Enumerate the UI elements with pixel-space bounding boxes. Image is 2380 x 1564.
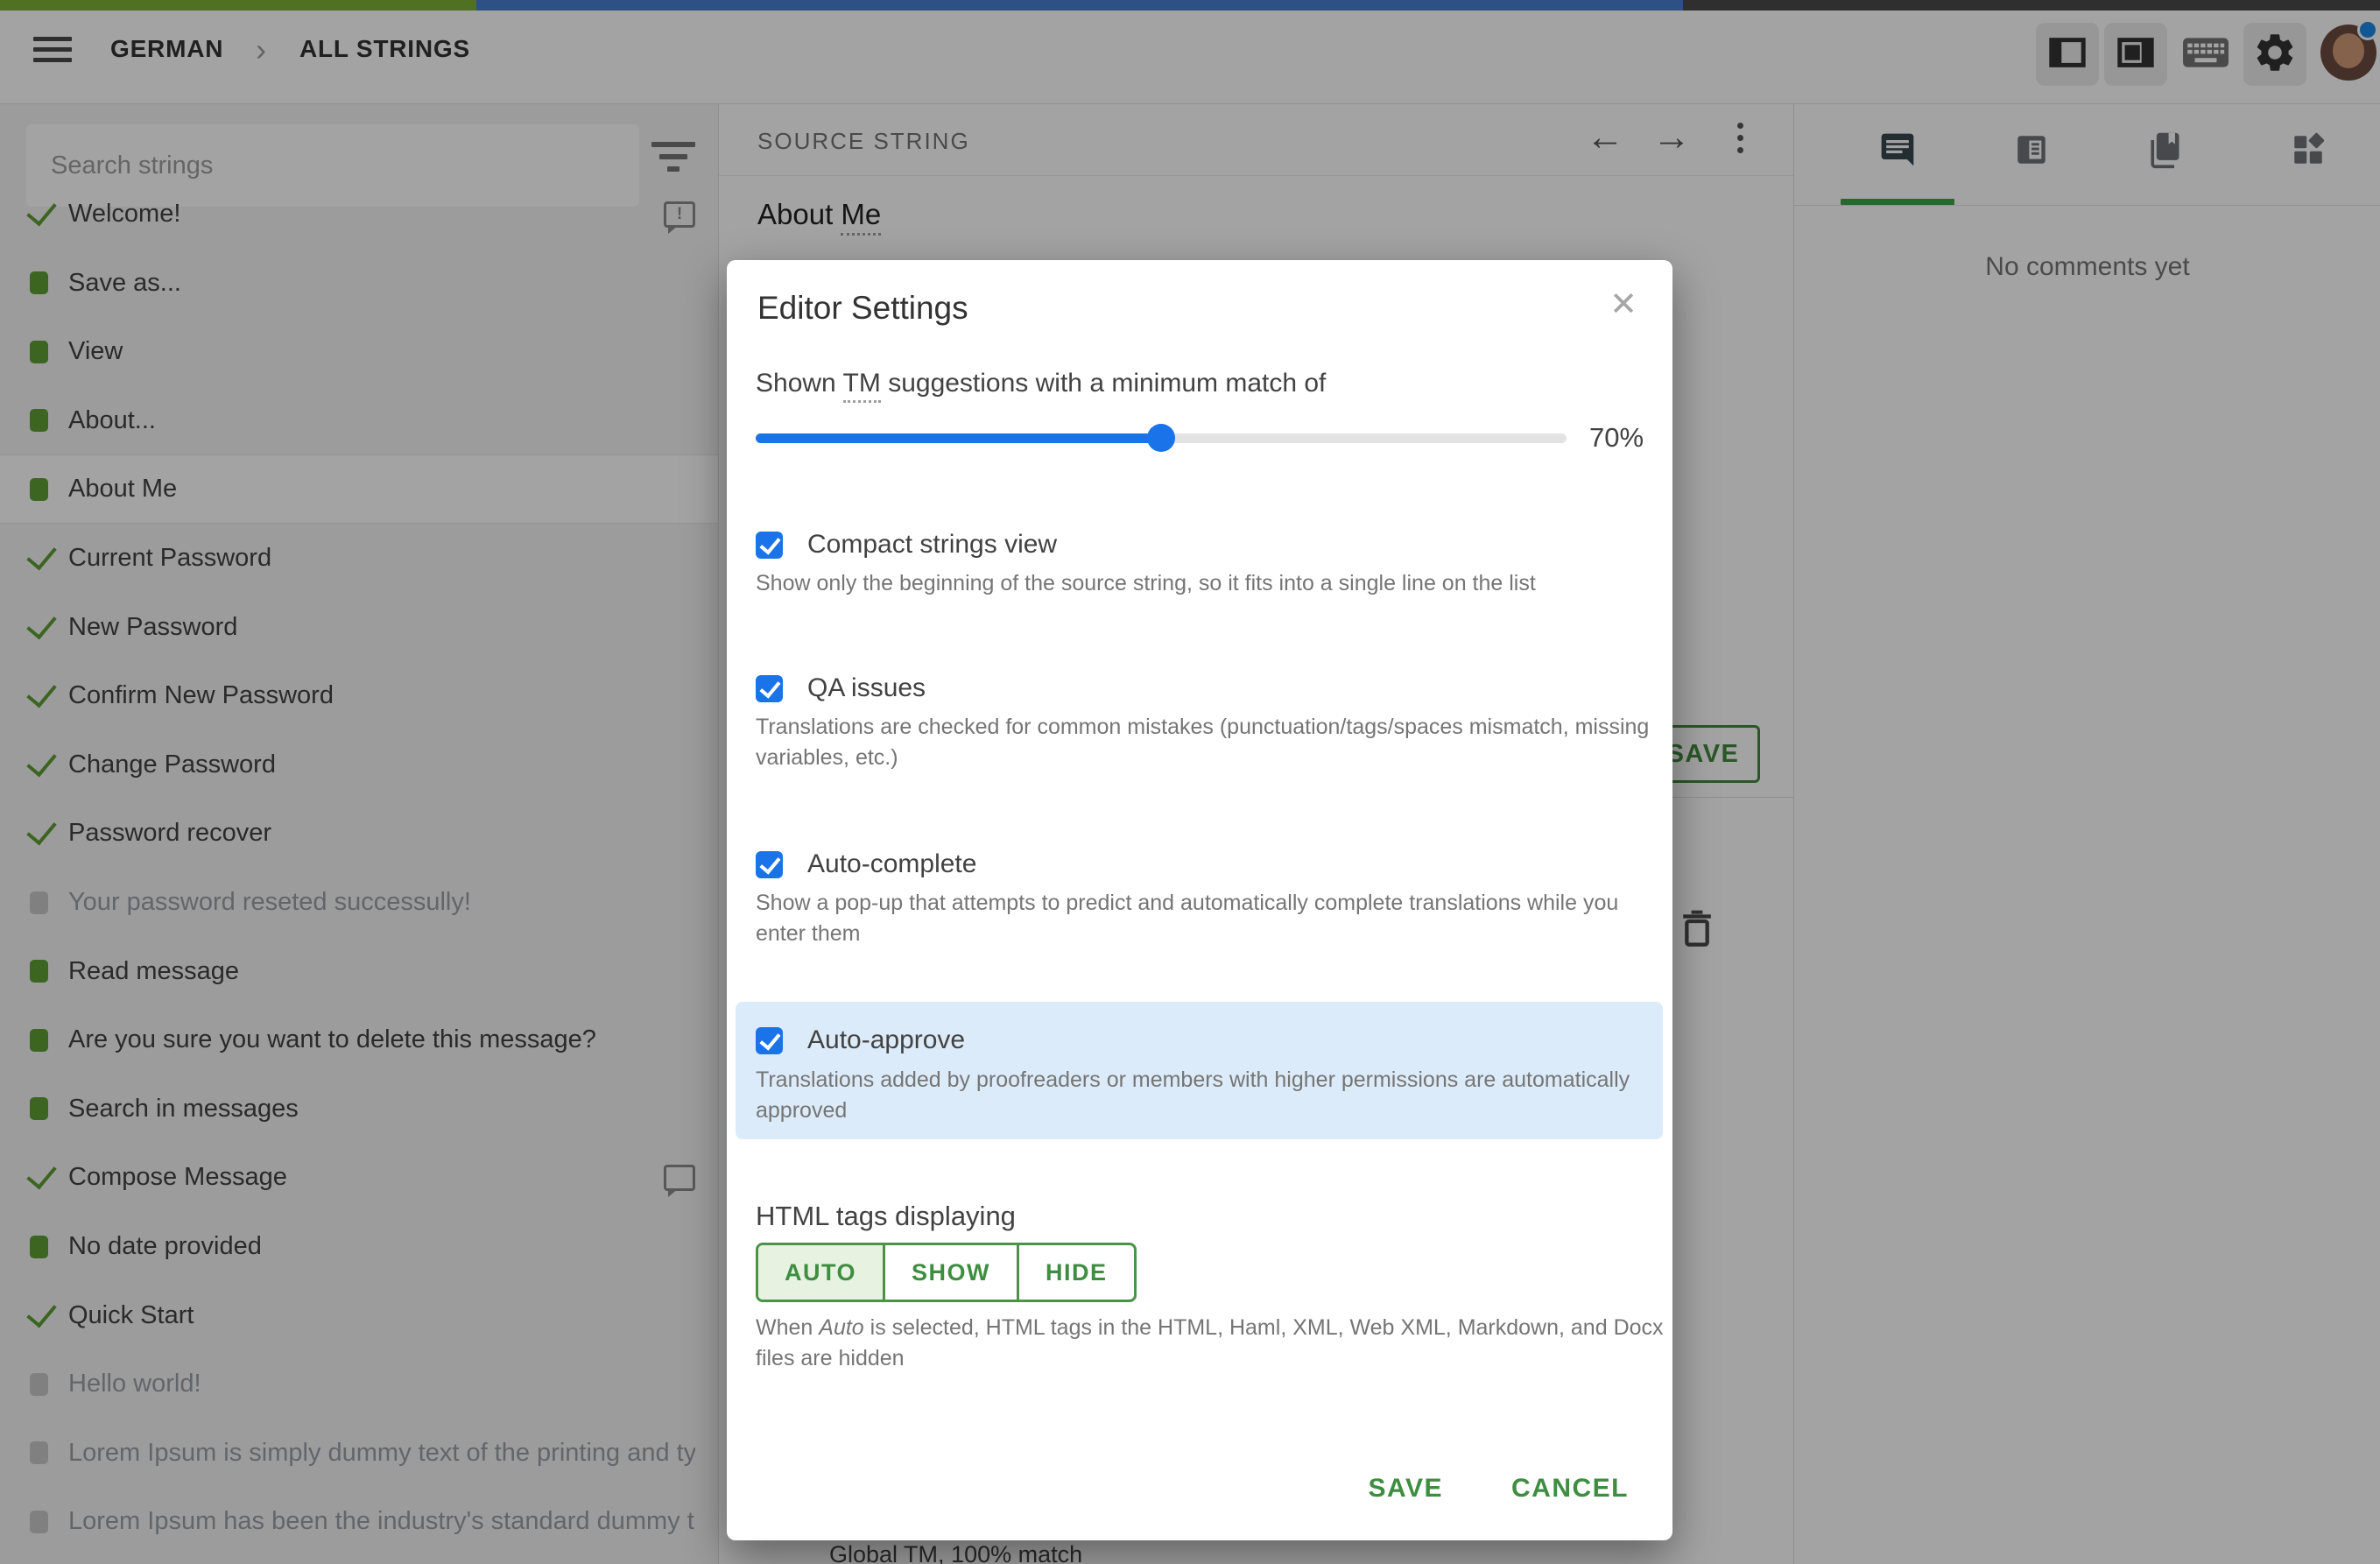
html-tags-description: When Auto is selected, HTML tags in the … <box>756 1313 1666 1374</box>
segment-auto[interactable]: AUTO <box>758 1245 884 1300</box>
setting-label: Auto-approve <box>807 1025 966 1054</box>
html-tags-heading: HTML tags displaying <box>756 1201 1016 1231</box>
checkbox-auto-complete[interactable] <box>756 850 783 878</box>
setting-label: QA issues <box>807 673 926 702</box>
editor-settings-dialog: Editor Settings ✕ Shown TM suggestions w… <box>727 260 1672 1540</box>
setting-label: Compact strings view <box>807 530 1058 559</box>
slider-thumb[interactable] <box>1147 424 1175 452</box>
tm-slider-label: Shown TM suggestions with a minimum matc… <box>756 369 1327 403</box>
setting-qa-issues: QA issues <box>756 673 926 703</box>
segment-hide[interactable]: HIDE <box>1017 1245 1134 1300</box>
setting-description: Show a pop-up that attempts to predict a… <box>756 891 1619 946</box>
close-icon[interactable]: ✕ <box>1609 288 1637 321</box>
save-button[interactable]: SAVE <box>1369 1474 1443 1504</box>
desc-before: When <box>756 1315 820 1340</box>
checkbox-compact-strings[interactable] <box>756 531 783 559</box>
dialog-actions: SAVE CANCEL <box>1369 1462 1629 1515</box>
tm-term[interactable]: TM <box>842 369 881 403</box>
tm-match-slider[interactable] <box>756 424 1567 452</box>
desc-italic: Auto <box>819 1315 864 1340</box>
checkbox-qa-issues[interactable] <box>756 674 783 702</box>
tm-label-after: suggestions with a minimum match of <box>880 369 1327 398</box>
dialog-title: Editor Settings <box>757 290 968 326</box>
html-tags-segmented-control: AUTO SHOW HIDE <box>756 1243 1137 1302</box>
setting-description: Translations added by proofreaders or me… <box>756 1067 1630 1123</box>
setting-compact-strings: Compact strings view <box>756 530 1057 560</box>
setting-auto-complete: Auto-complete <box>756 849 976 879</box>
tm-label-before: Shown <box>756 369 843 398</box>
setting-auto-approve: Auto-approve <box>756 1025 965 1055</box>
cancel-button[interactable]: CANCEL <box>1511 1474 1629 1504</box>
setting-description: Show only the beginning of the source st… <box>756 571 1536 595</box>
slider-fill <box>756 433 1161 443</box>
checkbox-auto-approve[interactable] <box>756 1026 783 1054</box>
setting-description: Translations are checked for common mist… <box>756 715 1650 770</box>
slider-value: 70% <box>1589 422 1644 453</box>
setting-label: Auto-complete <box>807 849 977 878</box>
desc-after: is selected, HTML tags in the HTML, Haml… <box>756 1315 1664 1370</box>
segment-show[interactable]: SHOW <box>883 1245 1017 1300</box>
editor-screen: GERMAN › ALL STRINGS Search strings Welc… <box>0 0 2380 1564</box>
